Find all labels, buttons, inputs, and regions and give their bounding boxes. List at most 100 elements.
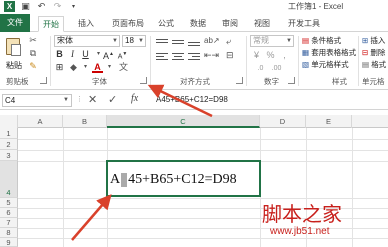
quick-access-toolbar: X ▣ ↶ ↷ ▾ <box>4 1 79 12</box>
column-header-e[interactable]: E <box>306 115 352 128</box>
align-top-icon[interactable] <box>156 37 168 47</box>
cancel-icon[interactable]: ✕ <box>88 93 97 106</box>
column-header-b[interactable]: B <box>63 115 107 128</box>
fill-dropdown-icon[interactable]: ▾ <box>80 62 91 73</box>
save-icon[interactable]: ▣ <box>20 1 31 12</box>
row-header-9[interactable]: 9 <box>0 238 18 247</box>
undo-icon[interactable]: ↶ <box>36 1 47 12</box>
conditional-format-label: 条件格式 <box>311 36 342 45</box>
increase-decimal-icon[interactable]: .0 <box>255 63 266 74</box>
align-bottom-icon[interactable] <box>188 37 200 47</box>
borders-icon[interactable]: ⊞ <box>54 62 65 73</box>
more-options-icon: ⋮ <box>76 96 83 103</box>
row-header-4[interactable]: 4 <box>0 161 18 198</box>
merge-center-icon[interactable]: ⊟ <box>226 50 234 61</box>
tab-page-layout[interactable]: 页面布局 <box>106 16 150 32</box>
number-group-label: 数字 <box>264 77 279 86</box>
tab-insert[interactable]: 插入 <box>74 16 98 32</box>
conditional-format-button[interactable]: ▤ 条件格式 <box>302 35 341 46</box>
insert-cells-button[interactable]: ⊞ 插入 <box>362 35 385 46</box>
select-all-corner[interactable] <box>0 115 18 128</box>
text-cursor <box>121 172 128 187</box>
tab-file[interactable]: 文件 <box>0 14 30 32</box>
orientation-icon[interactable]: ab↗ <box>204 36 220 45</box>
cell-styles-label: 单元格样式 <box>311 60 349 69</box>
phonetic-icon[interactable]: 文 <box>118 62 129 73</box>
watermark: 脚本之家 www.jb51.net <box>262 198 388 247</box>
gridline <box>63 128 64 247</box>
group-divider <box>298 36 299 86</box>
indent-icon[interactable]: ⇤⇥ <box>204 50 219 61</box>
conditional-format-icon: ▤ <box>302 36 310 45</box>
group-divider <box>50 36 51 86</box>
align-middle-icon[interactable] <box>172 37 184 47</box>
row-header-1[interactable]: 1 <box>0 128 18 139</box>
name-box[interactable]: C4 ▼ <box>2 94 72 107</box>
percent-button[interactable]: % <box>265 50 276 61</box>
chevron-down-icon: ▼ <box>138 38 144 44</box>
row-header-8[interactable]: 8 <box>0 228 18 238</box>
wrap-text-icon[interactable]: ⤶ <box>226 36 231 47</box>
column-header-c[interactable]: C <box>107 115 260 128</box>
font-name-combo[interactable]: 宋体 ▼ <box>54 35 120 47</box>
currency-icon[interactable]: ¥ <box>251 50 262 61</box>
tab-review[interactable]: 审阅 <box>218 16 242 32</box>
row-header-3[interactable]: 3 <box>0 150 18 161</box>
cell-styles-icon: ▧ <box>302 60 310 69</box>
row-header-5[interactable]: 5 <box>0 198 18 208</box>
delete-cells-button[interactable]: ⊟ 删除 <box>362 47 385 58</box>
tab-view[interactable]: 视图 <box>250 16 274 32</box>
formula-input[interactable]: A45+B65+C12=D98 <box>154 93 386 107</box>
tab-home[interactable]: 开始 <box>38 16 64 32</box>
column-header-d[interactable]: D <box>260 115 306 128</box>
format-cells-button[interactable]: ▤ 格式 <box>362 59 386 70</box>
row-header-6[interactable]: 6 <box>0 208 18 218</box>
font-grow-icon[interactable]: A▲ <box>103 49 114 61</box>
column-header-a[interactable]: A <box>18 115 63 128</box>
row-header-2[interactable]: 2 <box>0 139 18 150</box>
cell-c4-content[interactable]: A 45+B65+C12=D98 <box>110 172 237 188</box>
font-color-icon[interactable]: A <box>92 62 103 73</box>
font-color-dropdown-icon[interactable]: ▾ <box>104 62 115 73</box>
format-painter-icon[interactable]: ✎ <box>28 61 38 71</box>
align-right-icon[interactable] <box>188 51 200 61</box>
fill-color-icon[interactable]: ◆ <box>68 62 79 73</box>
font-launcher-icon[interactable] <box>140 77 147 84</box>
active-cell-c4[interactable]: A 45+B65+C12=D98 <box>106 160 261 197</box>
customize-qat-icon[interactable]: ▾ <box>68 1 79 12</box>
alignment-launcher-icon[interactable] <box>236 77 243 84</box>
copy-icon[interactable]: ⧉ <box>28 48 38 58</box>
ribbon-tab-bar: 文件 开始 插入 页面布局 公式 数据 审阅 视图 开发工具 <box>0 14 388 32</box>
enter-icon[interactable]: ✓ <box>108 93 117 106</box>
tab-developer[interactable]: 开发工具 <box>282 16 326 32</box>
watermark-title: 脚本之家 <box>262 202 342 226</box>
window-title: 工作簿1 - Excel <box>288 2 344 11</box>
underline-button[interactable]: U <box>80 49 91 60</box>
bold-button[interactable]: B <box>54 49 65 60</box>
cut-icon[interactable]: ✂ <box>28 35 38 45</box>
insert-function-button[interactable]: fx <box>131 93 138 104</box>
number-launcher-icon[interactable] <box>288 77 295 84</box>
font-shrink-icon[interactable]: A▼ <box>117 49 128 60</box>
chevron-down-icon: ▼ <box>112 38 118 44</box>
number-format-value: 常规 <box>253 36 269 45</box>
italic-button[interactable]: I <box>67 49 78 60</box>
chevron-down-icon: ▼ <box>286 38 292 44</box>
gridline <box>18 139 388 140</box>
format-as-table-button[interactable]: ▦ 套用表格格式 <box>302 47 356 58</box>
align-left-icon[interactable] <box>156 51 168 61</box>
tab-formulas[interactable]: 公式 <box>154 16 178 32</box>
alignment-group-label: 对齐方式 <box>180 77 210 86</box>
tab-data[interactable]: 数据 <box>186 16 210 32</box>
number-format-combo[interactable]: 常规 ▼ <box>250 35 294 47</box>
paste-button[interactable]: 粘贴 <box>4 36 24 72</box>
insert-cells-icon: ⊞ <box>362 36 369 45</box>
align-center-icon[interactable] <box>172 51 184 61</box>
redo-icon[interactable]: ↷ <box>52 1 63 12</box>
font-size-combo[interactable]: 18 ▼ <box>122 35 146 47</box>
decrease-decimal-icon[interactable]: .00 <box>271 63 282 74</box>
cell-styles-button[interactable]: ▧ 单元格样式 <box>302 59 349 70</box>
clipboard-launcher-icon[interactable] <box>40 77 47 84</box>
row-header-7[interactable]: 7 <box>0 218 18 228</box>
comma-icon[interactable]: , <box>279 50 290 61</box>
